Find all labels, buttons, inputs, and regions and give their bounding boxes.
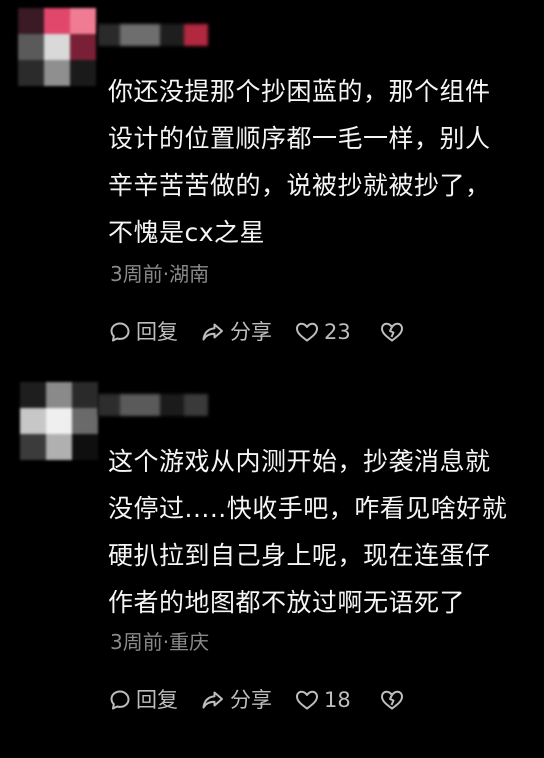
- share-label: 分享: [230, 320, 272, 344]
- comment-line: 不愧是cx之星: [108, 218, 266, 247]
- username-block: [120, 394, 160, 416]
- username-block: [98, 394, 120, 416]
- comment-item: 你还没提那个抄困蓝的，那个组件 设计的位置顺序都一毛一样，别人 辛辛苦苦做的，说…: [0, 0, 544, 370]
- share-button[interactable]: 分享: [200, 685, 272, 715]
- avatar[interactable]: [20, 382, 98, 460]
- comment-line: 没停过.....快收手吧，咋看见啥好就: [108, 494, 508, 523]
- heart-icon: [296, 322, 318, 342]
- comment-item: 这个游戏从内测开始，抄袭消息就 没停过.....快收手吧，咋看见啥好就 硬扒拉到…: [0, 370, 544, 730]
- avatar-pixel: [20, 408, 46, 434]
- comment-line: 作者的地图都不放过啊无语死了: [108, 588, 466, 617]
- comment-line: 硬扒拉到自己身上呢，现在连蛋仔: [108, 541, 491, 570]
- avatar-pixel: [70, 34, 96, 60]
- avatar-pixel: [18, 8, 44, 34]
- username-block: [160, 394, 184, 416]
- comment-meta: 3周前·重庆: [110, 630, 210, 654]
- speech-bubble-icon: [110, 690, 130, 710]
- avatar-pixel: [46, 408, 72, 434]
- avatar-pixel: [20, 434, 46, 460]
- reply-label: 回复: [136, 688, 178, 712]
- comment-text: 这个游戏从内测开始，抄袭消息就 没停过.....快收手吧，咋看见啥好就 硬扒拉到…: [108, 438, 528, 626]
- share-button[interactable]: 分享: [200, 317, 272, 347]
- username-block: [184, 394, 208, 416]
- avatar-pixel: [18, 34, 44, 60]
- heart-icon: [296, 690, 318, 710]
- avatar-pixel: [70, 8, 96, 34]
- comment-line: 这个游戏从内测开始，抄袭消息就: [108, 447, 491, 476]
- avatar-pixel: [20, 382, 46, 408]
- comment-line: 你还没提那个抄困蓝的，那个组件: [108, 77, 491, 106]
- comment-text: 你还没提那个抄困蓝的，那个组件 设计的位置顺序都一毛一样，别人 辛辛苦苦做的，说…: [108, 68, 528, 256]
- avatar-pixel: [46, 382, 72, 408]
- reply-label: 回复: [136, 320, 178, 344]
- broken-heart-icon: [380, 690, 403, 710]
- comment-line: 辛辛苦苦做的，说被抄就被抄了，: [108, 171, 491, 200]
- avatar[interactable]: [18, 8, 96, 86]
- reply-button[interactable]: 回复: [108, 317, 178, 347]
- username-block: [98, 24, 120, 46]
- comment-actions: 回复 分享 18: [108, 685, 431, 715]
- avatar-pixel: [72, 408, 98, 434]
- like-count: 18: [324, 688, 351, 712]
- avatar-pixel: [44, 60, 70, 86]
- username-block: [120, 24, 160, 46]
- share-arrow-icon: [202, 691, 223, 709]
- username-block: [160, 24, 184, 46]
- username-blurred[interactable]: [98, 24, 208, 46]
- avatar-pixel: [72, 382, 98, 408]
- avatar-pixel: [46, 434, 72, 460]
- username-block: [184, 24, 208, 46]
- avatar-pixel: [18, 60, 44, 86]
- avatar-pixel: [72, 434, 98, 460]
- avatar-pixel: [44, 34, 70, 60]
- share-label: 分享: [230, 688, 272, 712]
- comment-actions: 回复 分享 23: [108, 317, 431, 347]
- avatar-pixel: [70, 60, 96, 86]
- username-blurred[interactable]: [98, 394, 208, 416]
- comment-meta: 3周前·湖南: [110, 262, 210, 286]
- like-button[interactable]: 23: [294, 317, 351, 347]
- dislike-button[interactable]: [379, 320, 409, 344]
- speech-bubble-icon: [110, 322, 130, 342]
- avatar-pixel: [44, 8, 70, 34]
- like-count: 23: [324, 320, 351, 344]
- broken-heart-icon: [380, 322, 403, 342]
- comment-line: 设计的位置顺序都一毛一样，别人: [108, 124, 491, 153]
- reply-button[interactable]: 回复: [108, 685, 178, 715]
- dislike-button[interactable]: [379, 688, 409, 712]
- share-arrow-icon: [202, 323, 223, 341]
- like-button[interactable]: 18: [294, 685, 351, 715]
